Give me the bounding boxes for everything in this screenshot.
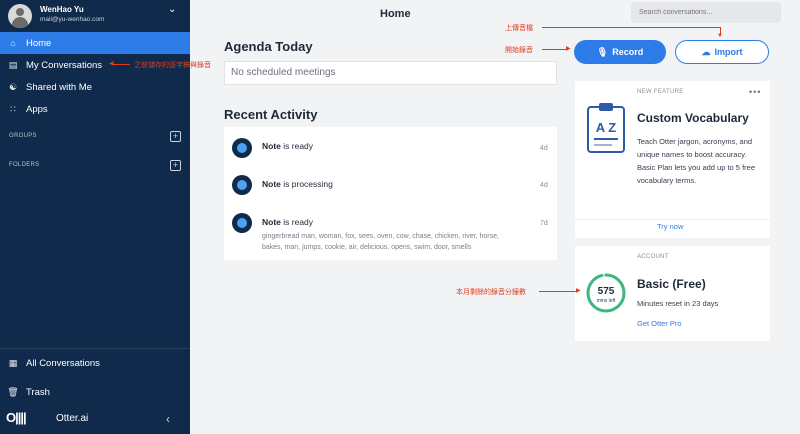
sidebar-item-label: Trash — [26, 386, 50, 398]
list-item[interactable]: Note is ready 4d — [224, 127, 557, 165]
sidebar-item-home[interactable]: ⌂ Home — [0, 32, 190, 54]
try-now-link[interactable]: Try now — [657, 222, 683, 231]
sidebar-item-apps[interactable]: ∷ Apps — [0, 98, 190, 120]
note-status: is processing — [283, 179, 333, 189]
sidebar-divider — [0, 348, 190, 349]
sidebar-item-label: Shared with Me — [26, 81, 93, 93]
reset-text: Minutes reset in 23 days — [637, 299, 719, 308]
card-description: Teach Otter jargon, acronyms, and unique… — [637, 137, 755, 185]
annotation-my-conversations: 之前儲存的逐字稿與錄音 — [134, 62, 211, 69]
note-age: 4d — [540, 182, 548, 189]
clipboard-letters: A Z — [596, 120, 617, 135]
annotation-arrow — [112, 64, 130, 65]
page-title: Home — [380, 8, 411, 20]
plan-title: Basic (Free) — [637, 277, 706, 291]
annotation-arrow — [542, 27, 720, 28]
clipboard-icon: A Z — [587, 103, 625, 153]
user-email: mail@yu-wenhao.com — [40, 16, 105, 23]
brand-name: Otter.ai — [56, 413, 89, 424]
card-label: NEW FEATURE — [637, 89, 684, 95]
annotation-upload: 上傳音檔 — [505, 25, 533, 32]
annotation-arrow — [542, 49, 568, 50]
sidebar-item-label: My Conversations — [26, 59, 103, 71]
note-status: is ready — [283, 141, 314, 151]
note-keywords: gingerbread man, woman, fox, sees, oven,… — [262, 233, 499, 251]
note-name: Note — [262, 179, 281, 189]
user-name: WenHao Yu — [40, 5, 84, 14]
note-name: Note — [262, 141, 281, 151]
annotation-arrowhead: ▶ — [566, 46, 571, 52]
account-label: ACCOUNT — [637, 254, 669, 260]
sidebar-item-shared-with-me[interactable]: ☯ Shared with Me — [0, 76, 190, 98]
chevron-down-icon[interactable]: ⌄ — [168, 4, 176, 15]
agenda-empty: No scheduled meetings — [224, 61, 557, 85]
sidebar-item-label: Apps — [26, 103, 48, 115]
add-folder-button[interactable]: + — [170, 160, 181, 171]
note-name: Note — [262, 217, 281, 227]
list-item[interactable]: Note is processing 4d — [224, 167, 557, 205]
groups-label: GROUPS — [9, 133, 37, 139]
card-divider — [575, 219, 770, 220]
avatar — [8, 4, 32, 28]
sidebar-item-label: Home — [26, 37, 52, 49]
get-pro-link[interactable]: Get Otter Pro — [637, 319, 682, 328]
annotation-arrowhead: ◀ — [109, 61, 114, 67]
user-menu[interactable]: WenHao Yu mail@yu-wenhao.com ⌄ — [0, 0, 190, 30]
home-icon: ⌂ — [10, 38, 16, 48]
more-options-icon[interactable]: ••• — [749, 87, 761, 97]
document-icon: ▤ — [8, 59, 18, 70]
list-item[interactable]: Note is ready 7d gingerbread man, woman,… — [224, 207, 557, 260]
annotation-arrow — [539, 291, 577, 292]
note-icon — [232, 175, 252, 195]
sidebar-item-trash[interactable]: 🗑 Trash — [0, 381, 190, 403]
recent-activity-title: Recent Activity — [224, 107, 318, 122]
layers-icon: ▦ — [8, 357, 18, 368]
search-input[interactable] — [631, 2, 781, 23]
minutes-value: 575 — [598, 286, 615, 297]
trash-icon: 🗑 — [7, 386, 19, 397]
annotation-record: 開始錄音 — [505, 47, 533, 54]
note-icon — [232, 213, 252, 233]
minutes-unit: mins left — [597, 298, 616, 304]
note-icon — [232, 138, 252, 158]
feature-card: A Z NEW FEATURE ••• Custom Vocabulary Te… — [575, 81, 770, 238]
upload-cloud-icon: ☁ — [701, 46, 711, 57]
agenda-title: Agenda Today — [224, 39, 313, 54]
import-button[interactable]: ☁ Import — [675, 40, 769, 64]
otter-logo-icon: O|||| — [6, 410, 27, 425]
annotation-arrowhead: ▼ — [717, 33, 723, 39]
annotation-arrowhead: ▶ — [576, 288, 581, 294]
annotation-minutes: 本月剩餘的錄音分鐘數 — [456, 289, 526, 296]
sidebar-item-all-conversations[interactable]: ▦ All Conversations — [0, 352, 190, 374]
collapse-sidebar-icon[interactable]: ‹ — [166, 412, 170, 426]
minutes-ring: 575 mins left — [586, 273, 626, 313]
add-group-button[interactable]: + — [170, 131, 181, 142]
microphone-icon: 🎙 — [596, 46, 609, 57]
grid-icon: ∷ — [10, 103, 16, 114]
note-age: 7d — [540, 220, 548, 227]
account-card: 575 mins left ACCOUNT Basic (Free) Minut… — [575, 246, 770, 341]
note-age: 4d — [540, 145, 548, 152]
import-label: Import — [714, 47, 743, 57]
sidebar-item-label: All Conversations — [26, 357, 100, 369]
record-label: Record — [612, 47, 644, 57]
folders-label: FOLDERS — [9, 162, 40, 168]
note-status: is ready — [283, 217, 314, 227]
people-icon: ☯ — [8, 81, 18, 92]
record-button[interactable]: 🎙 Record — [574, 40, 666, 64]
activity-list: Note is ready 4d Note is processing 4d N… — [224, 127, 557, 260]
card-title: Custom Vocabulary — [637, 111, 749, 125]
